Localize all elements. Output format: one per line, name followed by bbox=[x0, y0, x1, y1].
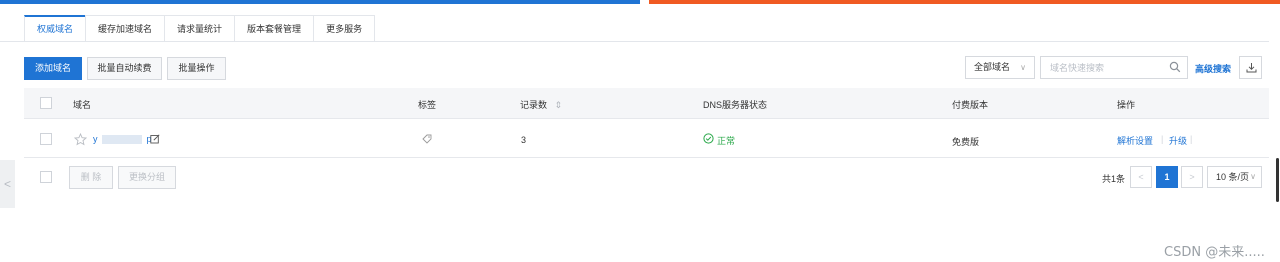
header-actions: 操作 bbox=[1117, 100, 1136, 110]
domain-filter-select[interactable]: 全部域名 ∨ bbox=[965, 56, 1035, 79]
top-progress-bar-orange bbox=[649, 0, 1280, 4]
download-button[interactable] bbox=[1239, 56, 1262, 79]
top-progress-bar-blue bbox=[0, 0, 640, 4]
edit-icon[interactable] bbox=[150, 134, 160, 144]
header-records-label: 记录数 bbox=[520, 100, 548, 110]
check-circle-icon bbox=[703, 133, 714, 144]
record-count: 3 bbox=[521, 135, 527, 145]
batch-operations-button[interactable]: 批量操作 bbox=[167, 57, 226, 80]
select-all-checkbox[interactable] bbox=[40, 97, 52, 109]
csdn-watermark: CSDN @未来..... bbox=[1164, 245, 1265, 260]
tabs-divider bbox=[0, 41, 1269, 42]
change-group-button[interactable]: 更换分组 bbox=[118, 166, 176, 189]
chevron-down-icon: ∨ bbox=[1020, 63, 1026, 72]
dns-status-text: 正常 bbox=[717, 136, 736, 146]
footer-select-all-checkbox[interactable] bbox=[40, 171, 52, 183]
action-separator: | bbox=[1190, 134, 1193, 144]
delete-button[interactable]: 删 除 bbox=[69, 166, 113, 189]
tab-request-stats[interactable]: 请求量统计 bbox=[164, 15, 236, 42]
total-count: 共1条 bbox=[1102, 174, 1126, 184]
domain-name-prefix: y bbox=[93, 134, 98, 144]
star-icon[interactable] bbox=[74, 133, 87, 146]
header-dns-status: DNS服务器状态 bbox=[703, 100, 768, 110]
domain-name-redacted bbox=[102, 135, 143, 145]
table-header: 域名 标签 记录数 ⇕ DNS服务器状态 付费版本 操作 bbox=[24, 88, 1269, 119]
action-separator: | bbox=[1161, 134, 1164, 144]
header-tags: 标签 bbox=[418, 100, 437, 110]
next-page-button[interactable]: > bbox=[1181, 166, 1203, 188]
page-size-select[interactable]: 10 条/页 ∨ bbox=[1207, 166, 1262, 188]
header-domain: 域名 bbox=[73, 100, 92, 110]
sort-icon[interactable]: ⇕ bbox=[555, 100, 563, 110]
upgrade-link[interactable]: 升级 bbox=[1169, 134, 1187, 147]
table-row: y p 3 正常 免费版 解析设置 | 升级 | bbox=[24, 120, 1269, 158]
tab-authoritative-domains[interactable]: 权威域名 bbox=[24, 15, 87, 42]
page-size-value: 10 条/页 bbox=[1216, 172, 1250, 182]
prev-page-button[interactable]: < bbox=[1130, 166, 1152, 188]
tag-icon[interactable] bbox=[422, 134, 432, 144]
header-plan: 付费版本 bbox=[952, 100, 989, 110]
tab-plan-management[interactable]: 版本套餐管理 bbox=[234, 15, 315, 42]
table-footer: 删 除 更换分组 共1条 < 1 > 10 条/页 ∨ bbox=[24, 158, 1269, 196]
search-icon[interactable] bbox=[1169, 61, 1181, 73]
chevron-down-icon: ∨ bbox=[1250, 172, 1256, 181]
header-records[interactable]: 记录数 ⇕ bbox=[520, 98, 562, 111]
collapse-sidebar-handle[interactable]: < bbox=[0, 160, 15, 208]
download-icon bbox=[1246, 63, 1257, 73]
batch-auto-renew-button[interactable]: 批量自动续费 bbox=[87, 57, 162, 80]
tab-more-services[interactable]: 更多服务 bbox=[313, 15, 376, 42]
main-tabs: 权威域名 缓存加速域名 请求量统计 版本套餐管理 更多服务 bbox=[24, 15, 376, 42]
scrollbar[interactable] bbox=[1276, 158, 1279, 202]
tab-cache-accelerated-domains[interactable]: 缓存加速域名 bbox=[85, 15, 166, 42]
domain-filter-value: 全部域名 bbox=[974, 62, 1011, 72]
add-domain-button[interactable]: 添加域名 bbox=[24, 57, 82, 80]
domain-search-input[interactable] bbox=[1040, 56, 1188, 79]
row-checkbox[interactable] bbox=[40, 133, 52, 145]
plan-text: 免费版 bbox=[952, 137, 980, 147]
page-1-button[interactable]: 1 bbox=[1156, 166, 1178, 188]
resolve-settings-link[interactable]: 解析设置 bbox=[1117, 134, 1153, 147]
advanced-search-link[interactable]: 高级搜索 bbox=[1195, 62, 1231, 75]
domain-name-link[interactable]: y p bbox=[93, 134, 152, 145]
